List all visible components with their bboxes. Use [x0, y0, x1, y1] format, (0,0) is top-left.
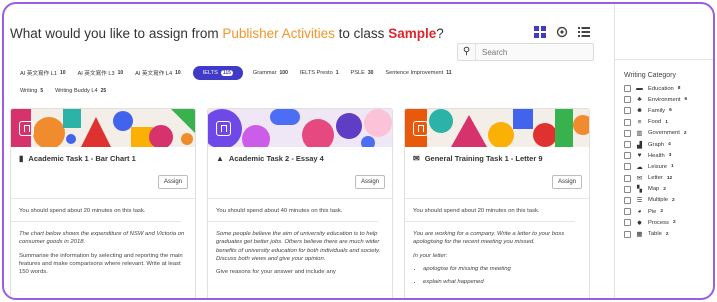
- activity-card[interactable]: ✉ General Training Task 1 - Letter 9 Ass…: [404, 108, 590, 298]
- tag-writing-buddy-l4[interactable]: Writing Buddy L4 25: [49, 85, 112, 97]
- graduation-cap-icon: ▬: [636, 85, 643, 93]
- tag-ai-l1[interactable]: AI 英文寫作 L1 10: [14, 66, 72, 80]
- tag-row: Writing 5 Writing Buddy L4 25: [14, 85, 112, 97]
- card-title: Academic Task 1 - Bar Chart 1: [28, 154, 136, 163]
- card-body: You should spend about 20 minutes on thi…: [405, 207, 583, 291]
- process-icon: ✸: [636, 219, 643, 227]
- category-process[interactable]: ✸ Process 2: [624, 217, 713, 228]
- food-icon: ≡: [637, 118, 642, 126]
- list-view-icon[interactable]: [578, 26, 590, 38]
- bookmark-icon[interactable]: [216, 121, 231, 136]
- activity-card[interactable]: ▲ Academic Task 2 - Essay 4 Assign You s…: [207, 108, 393, 298]
- sidebar-divider: [614, 4, 615, 298]
- tag-psle[interactable]: PSLE 30: [345, 67, 380, 79]
- leisure-icon: ☁: [636, 163, 643, 171]
- table-icon: ▦: [636, 231, 643, 239]
- tag-sentence-improvement[interactable]: Sentence Improvement 11: [379, 67, 457, 79]
- list-icon: ☰: [636, 197, 643, 205]
- category-multiple[interactable]: ☰ Multiple 2: [624, 195, 713, 206]
- sidebar-top-divider: [615, 59, 713, 60]
- tag-row: AI 英文寫作 L1 10 AI 英文寫作 L3 10 AI 英文寫作 L4 10 I…: [14, 66, 458, 80]
- list-item: explain what happened: [423, 278, 583, 286]
- category-government[interactable]: ▥ Government 2: [624, 128, 713, 139]
- assign-dialog: What would you like to assign from Publi…: [2, 2, 715, 300]
- checkbox[interactable]: [624, 163, 631, 171]
- category-pie[interactable]: ◕ Pie 2: [624, 206, 713, 217]
- checkbox[interactable]: [624, 152, 631, 160]
- tag-ai-l4[interactable]: AI 英文寫作 L4 10: [129, 66, 187, 80]
- envelope-icon: ✉: [636, 175, 643, 183]
- family-icon: ☻: [636, 107, 643, 115]
- checkbox[interactable]: [624, 219, 631, 227]
- category-letter[interactable]: ✉ Letter 12: [624, 173, 713, 184]
- publisher-label: Publisher Activities: [222, 26, 335, 41]
- graduation-cap-icon: ▲: [216, 154, 224, 163]
- category-leisure[interactable]: ☁ Leisure 1: [624, 161, 713, 172]
- tag-writing[interactable]: Writing 5: [14, 85, 49, 97]
- search-box: ⚲: [457, 43, 594, 61]
- checkbox[interactable]: [624, 185, 631, 193]
- envelope-icon: ✉: [413, 154, 420, 163]
- card-banner: [11, 109, 195, 147]
- divider: [405, 198, 589, 199]
- checkbox[interactable]: [624, 174, 631, 182]
- list-item: apologise for missing the meeting: [423, 265, 583, 273]
- tag-grammar[interactable]: Grammar 100: [247, 67, 294, 79]
- class-name: Sample: [388, 26, 437, 41]
- card-banner: [405, 109, 589, 147]
- pie-icon: ◕: [637, 208, 642, 216]
- sidebar-title: Writing Category: [624, 72, 677, 79]
- grid-view-icon[interactable]: [534, 26, 546, 38]
- banner-pattern: [208, 109, 392, 147]
- page-title: What would you like to assign from Publi…: [10, 26, 444, 41]
- category-environment[interactable]: ♣ Environment 6: [624, 94, 713, 105]
- checkbox[interactable]: [624, 107, 631, 115]
- government-icon: ▥: [636, 130, 643, 138]
- checkbox[interactable]: [624, 196, 631, 204]
- activity-card[interactable]: ▮ Academic Task 1 - Bar Chart 1 Assign Y…: [10, 108, 196, 298]
- bookmark-icon[interactable]: [19, 121, 34, 136]
- category-sidebar: Writing Category ▬ Education 8 ♣ Environmen…: [624, 72, 713, 240]
- bookmark-icon[interactable]: [413, 121, 428, 136]
- assign-button[interactable]: Assign: [157, 175, 188, 189]
- card-title: Academic Task 2 - Essay 4: [228, 154, 324, 163]
- category-family[interactable]: ☻ Family 6: [624, 105, 713, 116]
- circle-view-icon[interactable]: [556, 26, 568, 38]
- checkbox[interactable]: [624, 118, 631, 126]
- card-banner: [208, 109, 392, 147]
- checkbox[interactable]: [624, 85, 631, 93]
- category-table[interactable]: ▦ Table 2: [624, 228, 713, 239]
- bar-chart-icon: ▮: [19, 154, 24, 163]
- heart-icon: ♥: [637, 152, 642, 160]
- card-body: You should spend about 40 minutes on thi…: [208, 207, 386, 281]
- tag-ai-l3[interactable]: AI 英文寫作 L3 10: [72, 66, 130, 80]
- graph-icon: ▟: [637, 141, 642, 149]
- assign-button[interactable]: Assign: [354, 175, 385, 189]
- leaf-icon: ♣: [637, 96, 642, 104]
- category-health[interactable]: ♥ Health 3: [624, 150, 713, 161]
- search-icon: ⚲: [458, 44, 476, 60]
- tag-ielts[interactable]: IELTS 115: [192, 66, 243, 80]
- search-input[interactable]: [476, 47, 586, 57]
- checkbox[interactable]: [624, 96, 631, 104]
- card-body: You should spend about 20 minutes on thi…: [11, 207, 189, 281]
- tag-ielts-presto[interactable]: IELTS Presto 1: [294, 67, 345, 79]
- checkbox[interactable]: [624, 129, 631, 137]
- checkbox[interactable]: [624, 208, 631, 216]
- checkbox[interactable]: [624, 230, 631, 238]
- checkbox[interactable]: [624, 141, 631, 149]
- divider: [208, 198, 392, 199]
- card-title: General Training Task 1 - Letter 9: [424, 154, 543, 163]
- assign-button[interactable]: Assign: [551, 175, 582, 189]
- banner-pattern: [405, 109, 589, 147]
- banner-pattern: [11, 109, 195, 147]
- map-icon: ▚: [637, 186, 642, 194]
- view-toggle: [534, 26, 590, 38]
- category-map[interactable]: ▚ Map 2: [624, 184, 713, 195]
- divider: [11, 198, 195, 199]
- category-education[interactable]: ▬ Education 8: [624, 83, 713, 94]
- category-food[interactable]: ≡ Food 1: [624, 117, 713, 128]
- category-graph[interactable]: ▟ Graph 4: [624, 139, 713, 150]
